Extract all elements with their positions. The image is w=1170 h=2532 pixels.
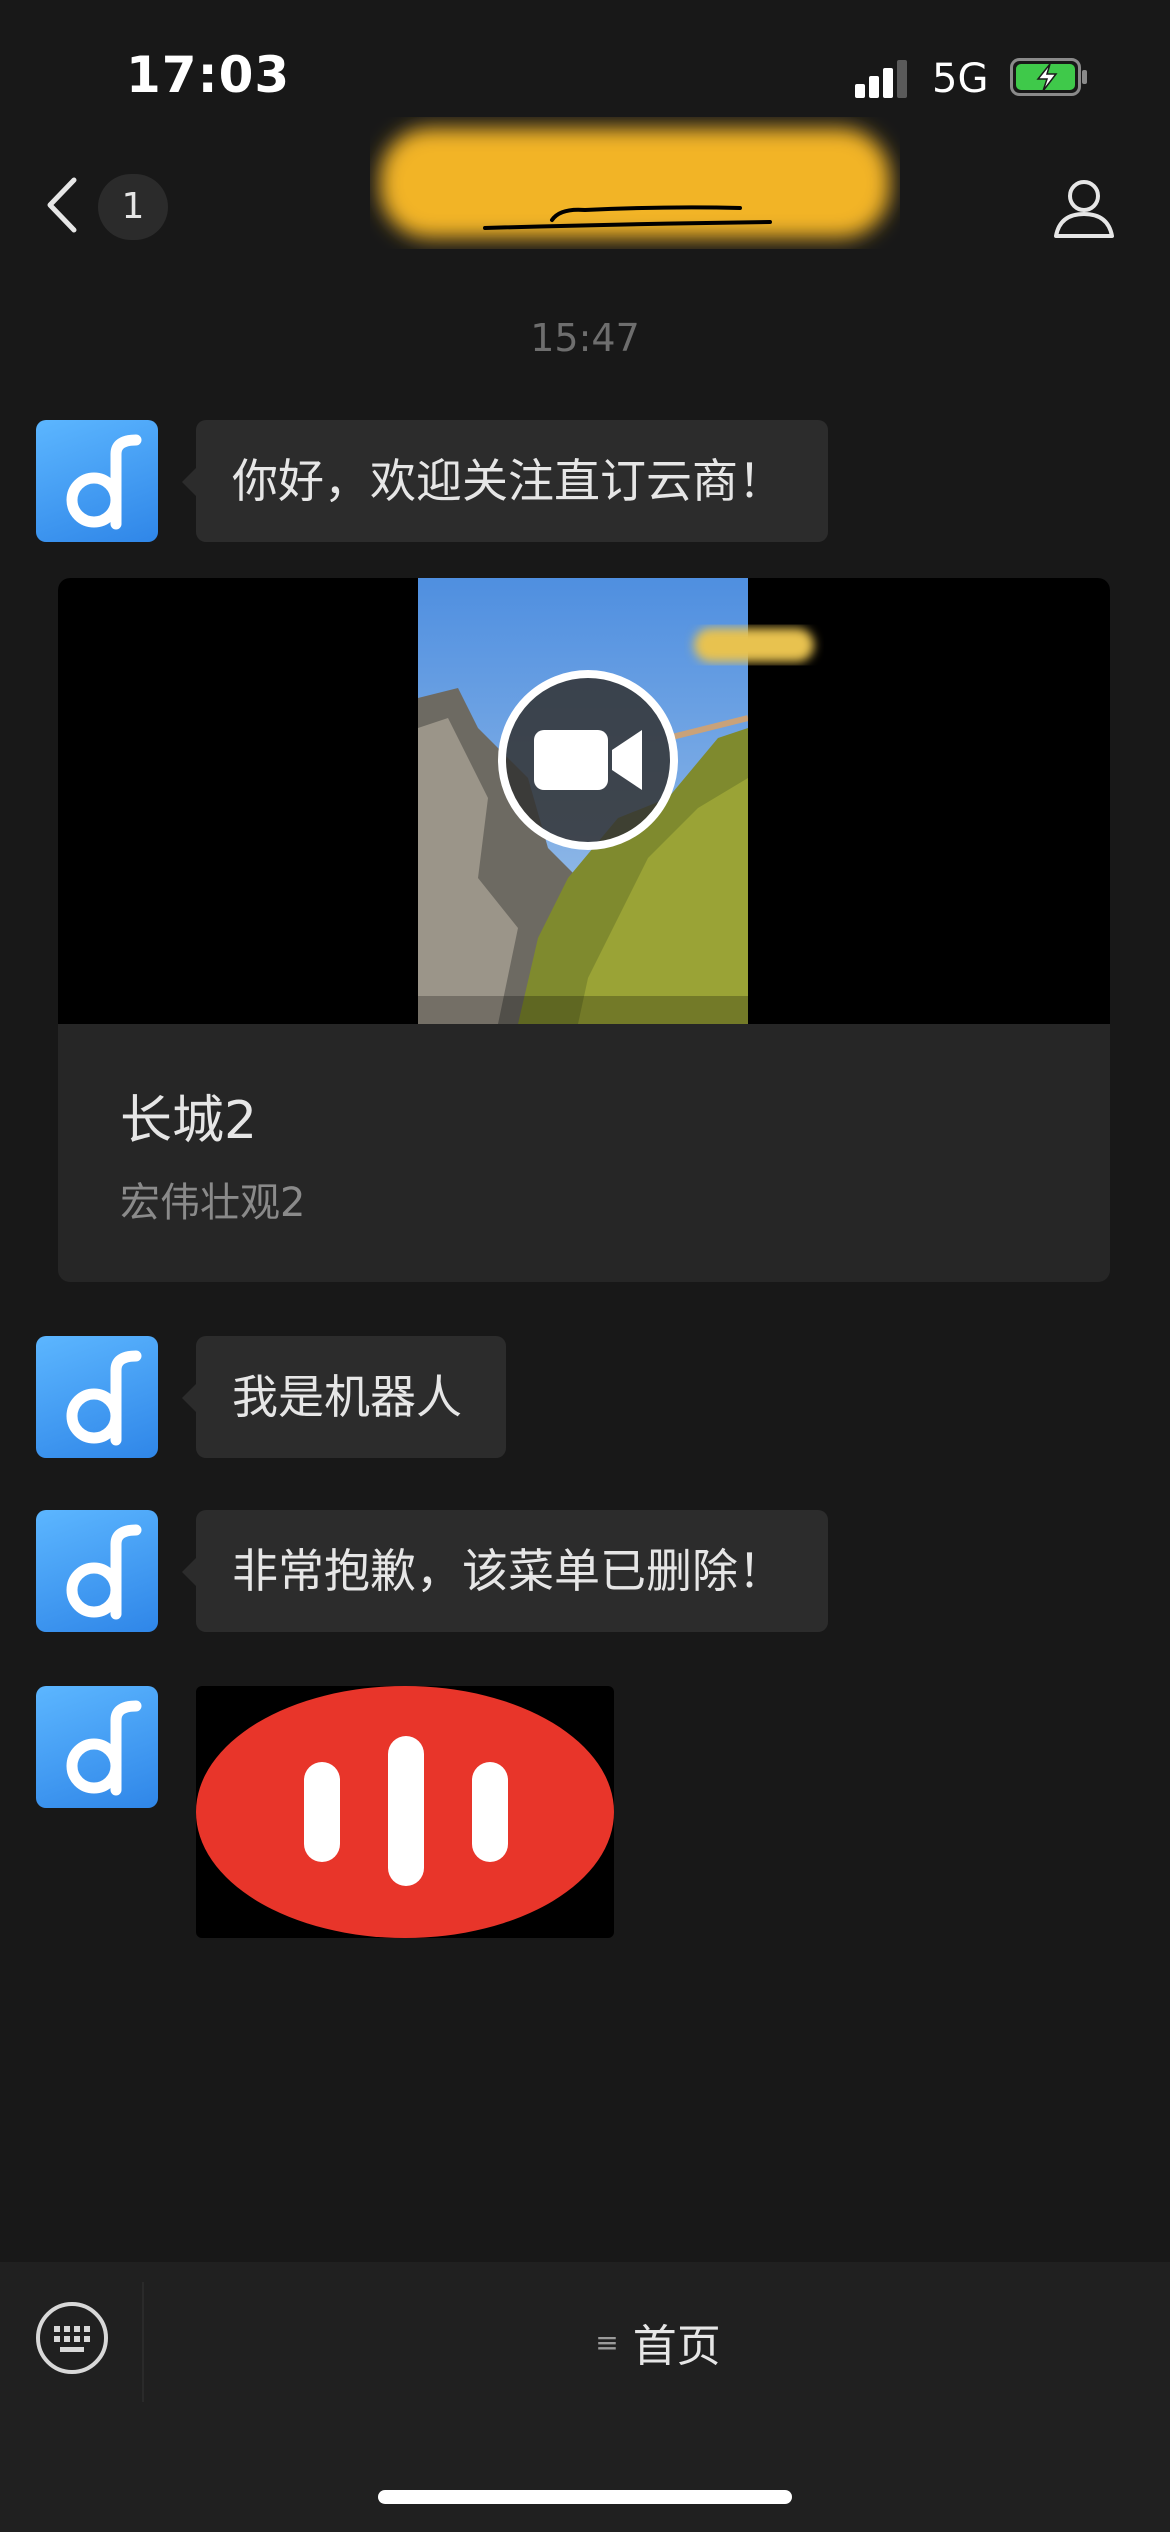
bot-logo-icon bbox=[66, 434, 142, 530]
bot-avatar[interactable] bbox=[36, 1510, 158, 1632]
menu-item-home[interactable]: ≡ 首页 bbox=[146, 2282, 1170, 2402]
signal-icon bbox=[855, 60, 907, 98]
video-card-title: 长城2 bbox=[120, 1091, 258, 1151]
message-bubble[interactable]: 你好，欢迎关注直订云商！ bbox=[182, 420, 828, 542]
message-bubble[interactable]: 我是机器人 bbox=[182, 1336, 506, 1458]
bot-logo-icon bbox=[66, 1524, 142, 1620]
battery-charging-icon bbox=[1010, 58, 1087, 96]
video-camera-icon[interactable] bbox=[494, 666, 682, 854]
video-preview[interactable] bbox=[58, 578, 1110, 1024]
profile-icon[interactable] bbox=[1052, 176, 1116, 240]
menu-list-icon: ≡ bbox=[595, 2325, 619, 2359]
video-card-description: 宏伟壮观2 bbox=[120, 1180, 306, 1226]
bot-avatar[interactable] bbox=[36, 420, 158, 542]
bot-logo-icon bbox=[66, 1350, 142, 1446]
bot-logo-icon bbox=[66, 1700, 142, 1796]
bot-avatar[interactable] bbox=[36, 1686, 158, 1808]
unread-count-badge[interactable]: 1 bbox=[98, 174, 168, 240]
message-bubble[interactable]: 非常抱歉，该菜单已删除！ bbox=[182, 1510, 828, 1632]
blurred-overlay bbox=[694, 628, 814, 662]
redacted-chat-title bbox=[380, 128, 890, 238]
voice-bars-sticker-icon bbox=[196, 1686, 614, 1938]
menu-divider bbox=[142, 2282, 144, 2402]
back-chevron-icon[interactable] bbox=[40, 170, 84, 240]
network-type: 5G bbox=[932, 56, 989, 102]
home-indicator[interactable] bbox=[378, 2490, 792, 2504]
status-time: 17:03 bbox=[126, 46, 291, 104]
video-card[interactable]: 长城2 宏伟壮观2 bbox=[58, 578, 1110, 1282]
keyboard-icon[interactable] bbox=[34, 2300, 110, 2376]
message-timestamp: 15:47 bbox=[530, 316, 640, 360]
bot-avatar[interactable] bbox=[36, 1336, 158, 1458]
sticker-message[interactable] bbox=[196, 1686, 614, 1938]
chat-screen: 17:03 5G 1 15:47 你好，欢迎关注直订云商！ 长城2 宏伟壮观2 … bbox=[0, 0, 1170, 2532]
menu-item-label: 首页 bbox=[632, 2321, 721, 2372]
